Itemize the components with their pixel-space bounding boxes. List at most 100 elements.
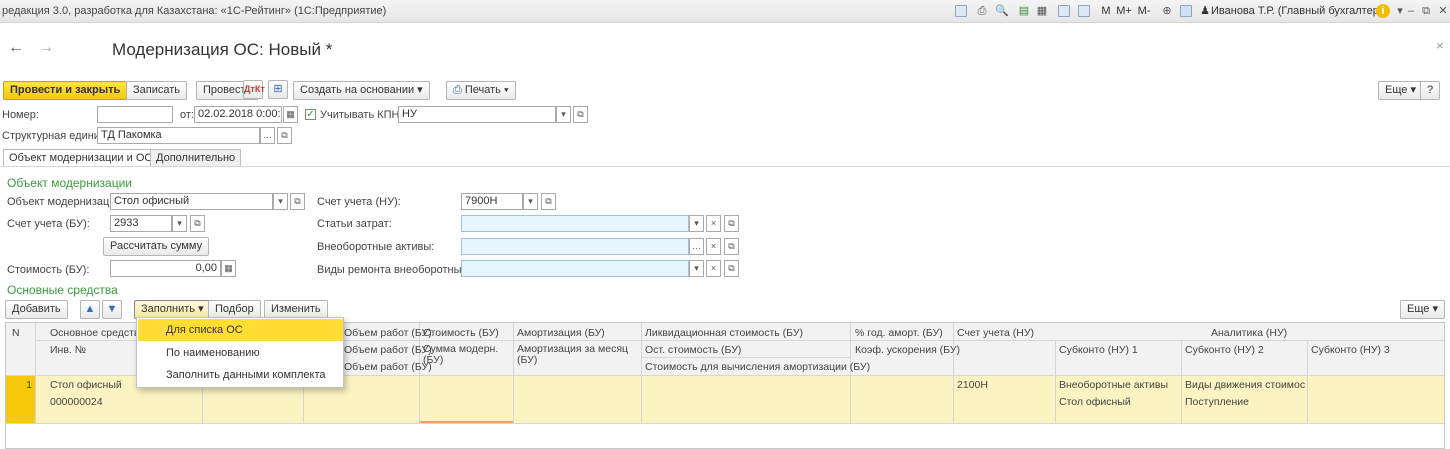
zoom-icon[interactable]: ⊕ — [1160, 4, 1174, 18]
chevron-down-icon[interactable]: ▾ — [1395, 4, 1405, 18]
col-analytics: Аналитика (НУ) — [1211, 327, 1288, 339]
expense-field[interactable] — [461, 215, 689, 232]
kpn-checkbox[interactable]: ✓ — [305, 109, 316, 120]
section-assets: Основные средства — [7, 283, 118, 297]
open-icon[interactable]: ⧉ — [541, 193, 556, 210]
memory-m[interactable]: M — [1100, 4, 1112, 18]
close-icon[interactable]: × — [1436, 38, 1444, 53]
calculate-sum-button[interactable]: Рассчитать сумму — [103, 237, 210, 256]
account-bu-label: Счет учета (БУ): — [7, 218, 90, 230]
preview-icon[interactable]: 🔍 — [995, 4, 1009, 18]
chevron-down-icon[interactable]: ▾ — [689, 215, 704, 232]
dt-kt-icon[interactable]: ДтКт — [243, 80, 265, 99]
unit-field[interactable]: ТД Пакомка — [97, 127, 260, 144]
menu-item-for-list[interactable]: Для списка ОС — [138, 319, 343, 341]
more-label: Еще — [1385, 84, 1408, 96]
object-label: Объект модернизации: — [7, 196, 125, 208]
open-icon[interactable]: ⧉ — [573, 106, 588, 123]
info-icon[interactable]: i — [1376, 4, 1390, 18]
repair-field[interactable] — [461, 260, 689, 277]
save-button[interactable]: Записать — [126, 81, 188, 100]
col-divider — [1307, 340, 1308, 423]
account-bu-field[interactable]: 2933 — [110, 215, 172, 232]
minimize-icon[interactable]: – — [1406, 4, 1416, 18]
calculator-icon[interactable]: ▦ — [221, 260, 236, 277]
clear-icon[interactable]: × — [706, 215, 721, 232]
noncurrent-field[interactable] — [461, 238, 689, 255]
col-asset: Основное средство — [50, 327, 146, 339]
col-divider — [35, 323, 36, 423]
number-label: Номер: — [2, 109, 39, 121]
section-modernization: Объект модернизации — [7, 176, 132, 190]
select-button[interactable]: … — [260, 127, 275, 144]
window-titlebar: редакция 3.0, разработка для Казахстана:… — [0, 0, 1450, 23]
row-sub1-value[interactable]: Стол офисный — [1059, 396, 1131, 408]
table-icon[interactable] — [1058, 5, 1070, 17]
close-window-icon[interactable]: ✕ — [1438, 4, 1448, 18]
calendar-icon[interactable]: ▦ — [283, 106, 298, 123]
row-sub1[interactable]: Внеоборотные активы — [1059, 379, 1168, 391]
kpn-field[interactable]: НУ — [398, 106, 556, 123]
help-button[interactable]: ? — [1420, 81, 1440, 100]
table-more-label: Еще — [1407, 303, 1430, 315]
more-button[interactable]: Еще ▾ — [1378, 81, 1423, 100]
memory-plus[interactable]: M+ — [1115, 4, 1133, 18]
col-amort: Амортизация (БУ) — [517, 327, 605, 339]
select-button[interactable]: … — [689, 238, 704, 255]
account-nu-field[interactable]: 7900Н — [461, 193, 523, 210]
open-icon[interactable]: ⧉ — [724, 260, 739, 277]
user-name[interactable]: Иванова Т.Р. (Главный бухгалтер) — [1211, 4, 1383, 18]
print-button[interactable]: ⎙ Печать ▾ — [446, 81, 516, 100]
menu-item-by-name[interactable]: По наименованию — [138, 342, 343, 364]
save-icon[interactable]: ▤ — [1017, 4, 1031, 18]
object-field[interactable]: Стол офисный — [110, 193, 273, 210]
open-icon[interactable]: ⧉ — [724, 238, 739, 255]
tab-additional[interactable]: Дополнительно — [150, 149, 242, 166]
fill-label: Заполнить — [141, 303, 196, 315]
chevron-down-icon[interactable]: ▾ — [556, 106, 571, 123]
structure-icon[interactable]: ⊞ — [268, 80, 288, 99]
calendar-icon[interactable] — [1078, 5, 1090, 17]
open-icon[interactable]: ⧉ — [190, 215, 205, 232]
row-asset[interactable]: Стол офисный — [50, 379, 122, 391]
row-sub2-value[interactable]: Поступление — [1185, 396, 1249, 408]
print-icon[interactable]: ⎙ — [975, 4, 989, 18]
col-inv: Инв. № — [50, 344, 87, 356]
create-based-button[interactable]: Создать на основании ▾ — [293, 81, 430, 100]
row-sub2[interactable]: Виды движения стоимос... — [1185, 379, 1305, 391]
post-and-close-button[interactable]: Провести и закрыть — [3, 81, 128, 100]
cost-field[interactable]: 0,00 — [110, 260, 221, 277]
menu-item-kit[interactable]: Заполнить данными комплекта — [138, 364, 343, 386]
col-amort-base: Стоимость для вычисления амортизации (БУ… — [645, 361, 871, 373]
move-up-icon[interactable]: ▲ — [80, 300, 100, 319]
grid-icon[interactable] — [955, 5, 967, 17]
open-icon[interactable]: ⧉ — [724, 215, 739, 232]
back-button[interactable]: ← — [8, 39, 24, 57]
row-account-nu[interactable]: 2100Н — [957, 379, 988, 391]
memory-minus[interactable]: M- — [1135, 4, 1153, 18]
row-inv[interactable]: 000000024 — [50, 396, 103, 408]
chevron-down-icon[interactable]: ▾ — [273, 193, 288, 210]
forward-button[interactable]: → — [38, 39, 54, 57]
date-label: от: — [180, 109, 194, 121]
chevron-down-icon[interactable]: ▾ — [689, 260, 704, 277]
open-icon[interactable]: ⧉ — [277, 127, 292, 144]
chevron-down-icon[interactable]: ▾ — [172, 215, 187, 232]
chevron-down-icon[interactable]: ▾ — [523, 193, 538, 210]
col-sub3: Субконто (НУ) 3 — [1311, 344, 1390, 356]
col-volume-2: Объем работ (БУ) — [344, 344, 432, 356]
clear-icon[interactable]: × — [706, 260, 721, 277]
restore-icon[interactable]: ⧉ — [1420, 4, 1432, 18]
open-icon[interactable]: ⧉ — [290, 193, 305, 210]
date-field[interactable]: 02.02.2018 0:00:00 — [194, 106, 282, 123]
move-down-icon[interactable]: ▼ — [102, 300, 122, 319]
attach-icon[interactable]: ▦ — [1035, 4, 1049, 18]
tab-divider — [0, 166, 1450, 167]
user-icon: ♟ — [1200, 5, 1210, 17]
noncurrent-label: Внеоборотные активы: — [317, 241, 435, 253]
clear-icon[interactable]: × — [706, 238, 721, 255]
add-button[interactable]: Добавить — [5, 300, 68, 319]
number-field[interactable] — [97, 106, 173, 123]
table-more-button[interactable]: Еще ▾ — [1400, 300, 1445, 319]
panel-icon[interactable] — [1180, 5, 1192, 17]
